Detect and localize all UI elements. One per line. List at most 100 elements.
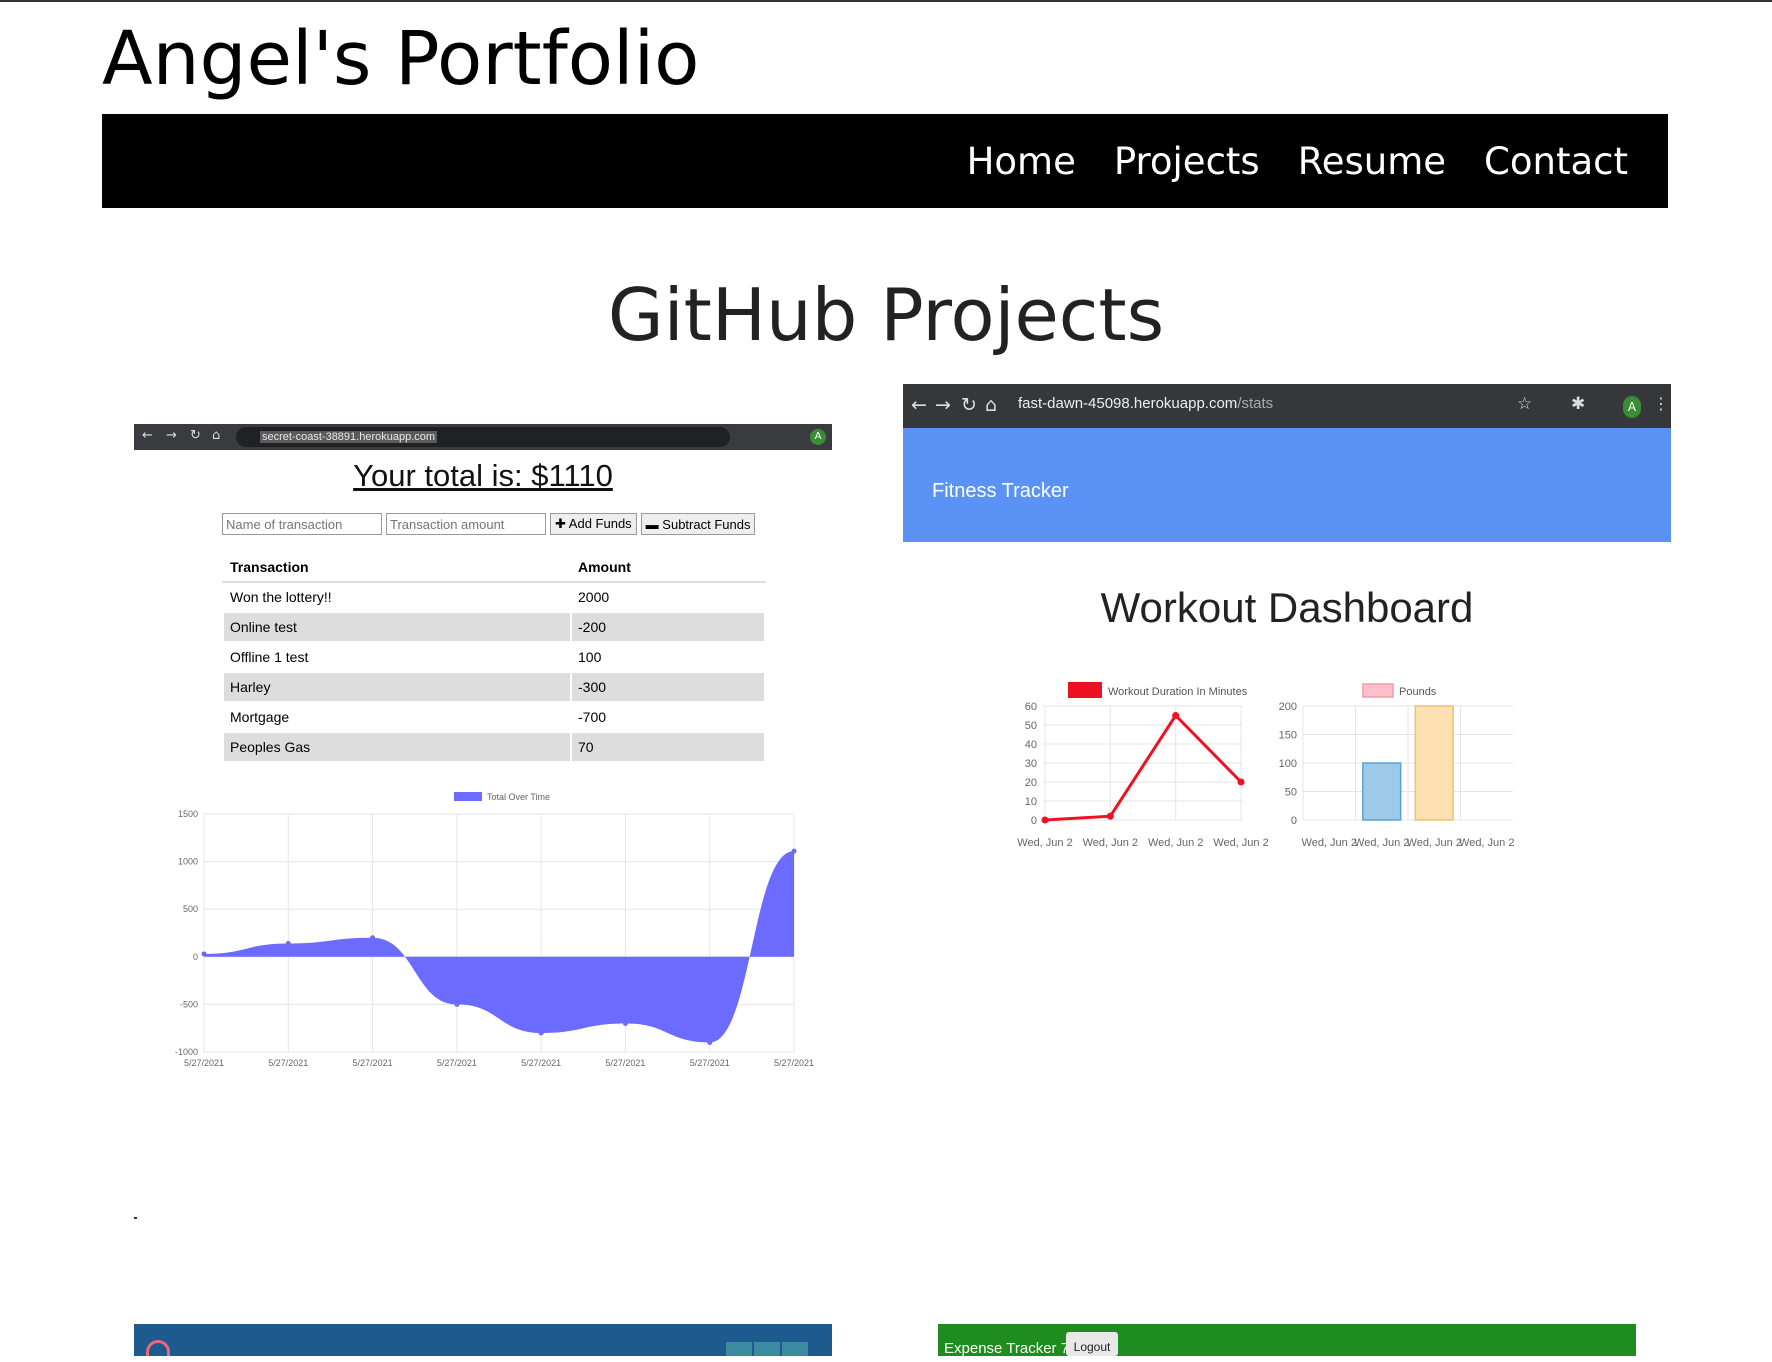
table-row: Won the lottery!! 2000 [222,581,766,613]
transaction-name: Won the lottery!! [222,581,572,613]
y-tick-label: 0 [1291,815,1297,827]
nav-contact-link[interactable]: Contact [1484,140,1628,183]
nav-projects-link[interactable]: Projects [1114,140,1260,183]
toolbar-block [754,1342,780,1356]
table-header-row: Transaction Amount [222,551,766,583]
data-point [1041,816,1049,824]
table-row: Harley -300 [222,671,766,703]
transaction-amount: 70 [570,731,766,763]
transaction-name-input[interactable] [222,513,382,535]
y-tick-label: 0 [1031,815,1037,827]
transaction-amount: -300 [570,671,766,703]
navbar: Home Projects Resume Contact [102,114,1668,208]
home-icon: ⌂ [212,428,221,443]
nav-links: Home Projects Resume Contact [967,114,1628,208]
reload-icon: ↻ [190,428,201,443]
x-tick-label: Wed, Jun 2 [1354,837,1409,849]
y-tick-label: -1000 [175,1047,198,1057]
y-tick-label: 20 [1025,777,1037,789]
legend-swatch [1068,682,1102,698]
legend-label: Total Over Time [487,792,550,802]
browser-toolbar: ← → ↻ ⌂ secret-coast-38891.herokuapp.com… [134,424,832,450]
budget-project-screenshot[interactable]: ← → ↻ ⌂ secret-coast-38891.herokuapp.com… [134,424,832,1094]
forward-icon: → [935,394,951,416]
y-tick-label: -500 [180,999,198,1009]
add-funds-button[interactable]: ✚ Add Funds [550,513,637,535]
browser-toolbar: ← → ↻ ⌂ fast-dawn-45098.herokuapp.com/st… [903,384,1671,428]
total-over-time-chart: 150010005000-500-10005/27/2021 5/27/2021 5… [175,792,814,1068]
y-tick-label: 60 [1025,701,1037,713]
logout-button[interactable]: Logout [1066,1332,1118,1356]
nav-resume-link[interactable]: Resume [1298,140,1446,183]
legend-label: Workout Duration In Minutes [1108,686,1248,698]
transaction-amount-input[interactable] [386,513,546,535]
add-funds-label: Add Funds [568,516,632,531]
section-title: GitHub Projects [607,273,1165,357]
line-series [1044,713,1243,822]
transaction-name: Harley [222,671,572,703]
y-tick-label: 200 [1279,701,1297,713]
legend-label: Pounds [1399,686,1437,698]
data-point [791,848,797,854]
nav-home-link[interactable]: Home [967,140,1076,183]
area-series [204,851,794,1043]
toolbar-block [726,1342,752,1356]
total-heading: Your total is: $1110 [353,458,613,493]
y-tick-label: 30 [1025,758,1037,770]
x-tick-label: 5/27/2021 [184,1058,224,1068]
x-tick-label: Wed, Jun 2 [1459,837,1514,849]
x-tick-label: Wed, Jun 2 [1302,837,1357,849]
address-bar: secret-coast-38891.herokuapp.com [236,427,730,447]
back-icon: ← [911,394,927,416]
y-tick-label: 1000 [178,857,198,867]
x-tick-label: Wed, Jun 2 [1083,837,1138,849]
transaction-name: Mortgage [222,701,572,733]
y-tick-label: 40 [1025,739,1037,751]
column-header: Transaction [222,551,572,583]
legend-swatch [454,792,482,801]
bar [1362,762,1402,821]
x-tick-label: 5/27/2021 [605,1058,645,1068]
transaction-name: Online test [222,611,572,643]
expense-project-screenshot[interactable]: Expense Tracker 7000 Logout [938,1324,1636,1357]
transaction-amount: 100 [570,641,766,673]
workout-charts: 6050403020100Wed, Jun 2 Wed, Jun 2 Wed, Ju… [1017,682,1514,849]
y-tick-label: 500 [183,904,198,914]
profile-avatar: A [810,429,826,445]
minus-icon: ▬ [645,516,663,532]
bar [1414,705,1454,821]
transaction-form: ✚ Add Funds ▬ Subtract Funds [222,513,756,535]
x-tick-label: 5/27/2021 [774,1058,814,1068]
url-text: secret-coast-38891.herokuapp.com [260,431,438,443]
reload-icon: ↻ [961,394,977,416]
transaction-amount: 2000 [570,581,766,613]
x-tick-label: 5/27/2021 [437,1058,477,1068]
fitness-project-screenshot[interactable]: ← → ↻ ⌂ fast-dawn-45098.herokuapp.com/st… [903,384,1671,914]
transaction-name: Peoples Gas [222,731,572,763]
data-point [454,1001,460,1007]
column-header: Amount [570,551,766,583]
data-point [285,940,291,946]
y-tick-label: 50 [1025,720,1037,732]
plus-icon: ✚ [555,516,569,531]
url-host: fast-dawn-45098.herokuapp.com [1018,395,1238,412]
project-screenshot-3[interactable] [134,1324,832,1356]
data-point [622,1020,628,1026]
x-tick-label: Wed, Jun 2 [1407,837,1462,849]
puzzle-icon: ✱ [1571,394,1586,414]
app-brand: Fitness Tracker [932,480,1069,502]
forward-icon: → [166,428,177,443]
x-tick-label: Wed, Jun 2 [1148,837,1203,849]
more-icon: ⋮ [1653,394,1669,413]
star-icon: ☆ [1517,394,1533,414]
x-tick-label: Wed, Jun 2 [1017,837,1072,849]
stray-mark [134,1217,137,1219]
transactions-table: Transaction Amount Won the lottery!! 2000… [222,551,766,763]
home-icon: ⌂ [985,394,998,416]
subtract-funds-button[interactable]: ▬ Subtract Funds [640,513,756,535]
y-tick-label: 50 [1285,787,1297,799]
profile-avatar: A [1623,396,1641,418]
app-header: Fitness Tracker [903,428,1671,542]
x-tick-label: 5/27/2021 [521,1058,561,1068]
y-tick-label: 10 [1025,796,1037,808]
